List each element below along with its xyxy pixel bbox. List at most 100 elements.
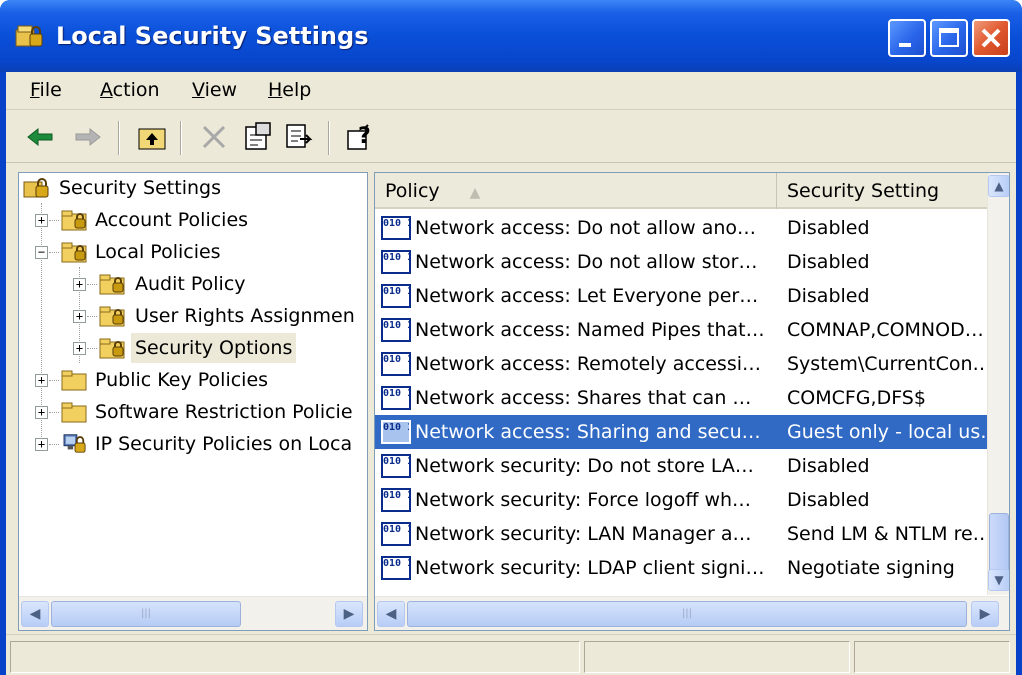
security-settings-icon (15, 25, 43, 47)
app-window: Local Security Settings File Action View… (0, 0, 1022, 675)
maximize-icon (939, 28, 959, 47)
help-icon[interactable]: ? (344, 121, 376, 153)
properties-icon[interactable] (242, 121, 274, 153)
policy-setting-icon: 010 110 (381, 556, 411, 580)
policy-setting-value: Disabled (787, 455, 870, 477)
tree-item-local-policies[interactable]: − Local Policies (19, 237, 359, 267)
back-icon[interactable] (24, 121, 56, 153)
scroll-left-button[interactable]: ◀ (377, 601, 405, 627)
close-button[interactable] (972, 19, 1010, 57)
table-row[interactable]: 010 110Network security: LDAP client sig… (375, 551, 987, 585)
policy-setting-icon: 010 110 (381, 352, 411, 376)
toolbar: ? (6, 111, 1016, 163)
policy-setting-value: Disabled (787, 251, 870, 273)
tree-item-software-restriction-policies[interactable]: + Software Restriction Policie (19, 397, 359, 427)
expand-toggle[interactable]: + (73, 278, 86, 291)
policy-setting-icon: 010 110 (381, 420, 411, 444)
up-folder-icon[interactable] (136, 121, 168, 153)
policy-setting-value: Send LM & NTLM re… (787, 523, 987, 545)
menu-help[interactable]: Help (268, 79, 311, 101)
security-settings-icon (23, 178, 49, 198)
policy-name: Network access: Sharing and secu… (415, 421, 761, 443)
table-row[interactable]: 010 110Network security: Do not store LA… (375, 449, 987, 483)
tree-item-public-key-policies[interactable]: + Public Key Policies (19, 365, 359, 395)
list-horizontal-scrollbar[interactable]: ◀ ||| ▶ (375, 596, 1009, 630)
selected-tree-label: Security Options (131, 333, 297, 363)
forward-icon[interactable] (72, 121, 104, 153)
expand-toggle[interactable]: + (35, 374, 48, 387)
policy-setting-value: COMCFG,DFS$ (787, 387, 926, 409)
status-pane-3 (854, 641, 1010, 673)
minimize-button[interactable] (888, 19, 926, 57)
policy-name: Network access: Do not allow stor… (415, 251, 758, 273)
tree-item-user-rights-assignment[interactable]: + User Rights Assignmen (19, 301, 359, 331)
table-row[interactable]: 010 110Network access: Shares that can …… (375, 381, 987, 415)
status-pane-main (10, 641, 580, 673)
table-row[interactable]: 010 110Network access: Remotely accessi…… (375, 347, 987, 381)
menu-action[interactable]: Action (100, 79, 160, 101)
policy-folder-icon (61, 210, 87, 231)
policy-name: Network access: Let Everyone per… (415, 285, 759, 307)
table-row[interactable]: 010 110Network access: Sharing and secu…… (375, 415, 987, 449)
table-row[interactable]: 010 110Network access: Let Everyone per…… (375, 279, 987, 313)
menu-view[interactable]: View (192, 79, 237, 101)
scroll-right-button[interactable]: ▶ (335, 601, 363, 627)
expand-toggle[interactable]: + (73, 310, 86, 323)
scroll-thumb[interactable]: ||| (407, 601, 967, 627)
policy-setting-icon: 010 110 (381, 284, 411, 308)
scroll-thumb[interactable] (989, 513, 1009, 573)
close-icon (981, 28, 1001, 48)
table-row[interactable]: 010 110Network access: Do not allow stor… (375, 245, 987, 279)
tree-item-audit-policy[interactable]: + Audit Policy (19, 269, 359, 299)
console-tree: Security Settings + Account Policies − L… (18, 172, 368, 631)
policy-folder-icon (99, 338, 125, 359)
scroll-down-button[interactable]: ▼ (988, 569, 1009, 591)
tree-horizontal-scrollbar[interactable]: ◀ ||| ▶ (19, 596, 367, 630)
list-vertical-scrollbar[interactable]: ▲ ▼ (987, 173, 1009, 595)
minimize-icon (899, 43, 911, 47)
policy-name: Network security: LAN Manager a… (415, 523, 752, 545)
policy-name: Network security: Do not store LA… (415, 455, 754, 477)
policy-name: Network security: LDAP client signi… (415, 557, 765, 579)
policy-name: Network access: Shares that can … (415, 387, 752, 409)
window-title: Local Security Settings (56, 22, 369, 50)
policy-setting-icon: 010 110 (381, 522, 411, 546)
maximize-button[interactable] (930, 19, 968, 57)
tree-item-security-options[interactable]: + Security Options (19, 333, 359, 363)
scroll-up-button[interactable]: ▲ (988, 175, 1009, 197)
tree-item-ip-security-policies[interactable]: + IP Security Policies on Loca (19, 429, 359, 459)
folder-icon (61, 370, 87, 391)
scroll-right-button[interactable]: ▶ (971, 601, 999, 627)
policy-setting-value: Guest only - local us… (787, 421, 987, 443)
expand-toggle[interactable]: + (73, 342, 86, 355)
table-row[interactable]: 010 110Network access: Do not allow ano…… (375, 211, 987, 245)
scroll-thumb[interactable]: ||| (51, 601, 241, 627)
collapse-toggle[interactable]: − (35, 246, 48, 259)
column-header-policy[interactable]: Policy ▲ (375, 173, 777, 209)
table-row[interactable]: 010 110Network security: LAN Manager a… S… (375, 517, 987, 551)
list-header: Policy ▲ Security Setting (375, 173, 987, 209)
sort-ascending-icon: ▲ (469, 185, 481, 201)
policy-setting-value: COMNAP,COMNOD… (787, 319, 984, 341)
title-bar[interactable]: Local Security Settings (0, 0, 1022, 72)
policy-setting-icon: 010 110 (381, 488, 411, 512)
policy-name: Network access: Do not allow ano… (415, 217, 756, 239)
column-header-security-setting[interactable]: Security Setting (777, 173, 987, 209)
policy-setting-icon: 010 110 (381, 216, 411, 240)
expand-toggle[interactable]: + (35, 406, 48, 419)
table-row[interactable]: 010 110Network access: Named Pipes that…… (375, 313, 987, 347)
policy-setting-value: Disabled (787, 489, 870, 511)
table-row[interactable]: 010 110Network security: Force logoff wh… (375, 483, 987, 517)
tree-item-account-policies[interactable]: + Account Policies (19, 205, 359, 235)
policy-name: Network access: Named Pipes that… (415, 319, 765, 341)
client-area: File Action View Help ? Security Setting… (6, 72, 1016, 675)
delete-icon[interactable] (198, 121, 230, 153)
menu-file[interactable]: File (30, 79, 62, 101)
scroll-left-button[interactable]: ◀ (21, 601, 49, 627)
policy-setting-icon: 010 110 (381, 318, 411, 342)
export-list-icon[interactable] (284, 121, 316, 153)
ip-security-icon (63, 434, 86, 453)
status-bar (6, 634, 1016, 675)
expand-toggle[interactable]: + (35, 438, 48, 451)
expand-toggle[interactable]: + (35, 214, 48, 227)
